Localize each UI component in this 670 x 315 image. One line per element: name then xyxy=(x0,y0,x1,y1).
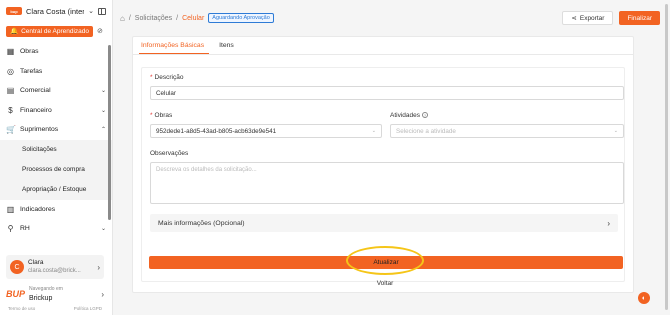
help-chat-button[interactable]: ◐ xyxy=(638,292,650,304)
sidebar-item-comercial[interactable]: ▤ Comercial ⌄ xyxy=(6,81,106,101)
share-icon: ⋖ xyxy=(571,15,577,22)
breadcrumb-solicitacoes[interactable]: Solicitações xyxy=(135,15,172,22)
finalize-button[interactable]: Finalizar xyxy=(619,11,660,25)
tab-itens[interactable]: Itens xyxy=(217,37,239,54)
chevron-right-icon: › xyxy=(97,262,100,272)
avatar: C xyxy=(10,260,24,274)
chevron-down-icon: ⌄ xyxy=(613,128,618,134)
company-selector[interactable]: bup Clara Costa (inter... ⌄ xyxy=(0,0,112,22)
chevron-down-icon: ⌄ xyxy=(100,88,106,95)
cart-icon: 🛒 xyxy=(6,125,16,135)
browsing-label: Navegando em xyxy=(29,286,63,292)
sidebar-item-suprimentos[interactable]: 🛒 Suprimentos ⌃ xyxy=(6,120,106,140)
sidebar: bup Clara Costa (inter... ⌄ 🔔 Central de… xyxy=(0,0,113,315)
sidebar-subitem-solicitacoes[interactable]: Solicitações xyxy=(0,140,112,160)
sidebar-item-financeiro[interactable]: $ Financeiro ⌄ xyxy=(6,101,106,121)
chevron-right-icon: › xyxy=(607,218,610,228)
back-button[interactable]: Voltar xyxy=(350,278,420,288)
obras-label: * Obras xyxy=(150,112,173,119)
sidebar-item-obras[interactable]: ▦ Obras xyxy=(6,42,106,62)
tab-informacoes-basicas[interactable]: Informações Básicas xyxy=(139,37,210,54)
page-header: ⌂ / Solicitações / Celular Aguardando Ap… xyxy=(120,8,660,28)
check-circle-icon: ◎ xyxy=(7,66,14,76)
sidebar-item-indicadores[interactable]: ▥ Indicadores xyxy=(6,200,106,220)
sidebar-item-label: Comercial xyxy=(20,87,51,95)
eye-off-icon[interactable]: ⊘ xyxy=(97,27,103,35)
bar-chart-icon: ▥ xyxy=(6,204,15,214)
activities-select[interactable]: Selecione a atividade ⌄ xyxy=(390,124,624,138)
sidebar-item-label: Financeiro xyxy=(20,106,52,114)
sidebar-scrollbar[interactable] xyxy=(108,45,111,220)
sidebar-subitem-apropriacao[interactable]: Apropriação / Estoque xyxy=(0,180,112,200)
chevron-right-icon: › xyxy=(101,289,104,299)
learning-center-label: Central de Aprendizado xyxy=(21,27,90,35)
description-label: * Descrição xyxy=(150,74,184,81)
brand-logo: BUP xyxy=(6,289,26,299)
sidebar-item-label: RH xyxy=(20,225,30,233)
help-icon[interactable]: ? xyxy=(422,112,428,118)
terms-link[interactable]: Termo de uso xyxy=(8,306,35,311)
sidebar-item-tarefas[interactable]: ◎ Tarefas xyxy=(6,62,106,82)
chevron-down-icon[interactable]: ⌄ xyxy=(88,7,94,15)
sidebar-item-label: Suprimentos xyxy=(20,126,59,134)
sidebar-subitem-processos[interactable]: Processos de compra xyxy=(0,160,112,180)
export-label: Exportar xyxy=(579,14,605,22)
more-info-label: Mais informações (Opcional) xyxy=(158,219,245,227)
tabs: Informações Básicas Itens xyxy=(133,37,633,55)
description-field[interactable]: Celular xyxy=(150,86,624,100)
chevron-down-icon: ⌄ xyxy=(371,128,376,134)
sidebar-item-label: Tarefas xyxy=(20,67,43,75)
home-icon[interactable]: ⌂ xyxy=(120,14,125,23)
bell-icon: 🔔 xyxy=(10,28,19,35)
privacy-link[interactable]: Política LGPD xyxy=(74,306,102,311)
chat-icon: ◐ xyxy=(641,294,647,302)
dollar-icon: $ xyxy=(8,105,13,115)
user-email: clara.costa@brick... xyxy=(28,268,81,274)
company-name[interactable]: Clara Costa (inter... xyxy=(26,7,84,16)
highlight-ring xyxy=(346,246,424,275)
building-icon: ▦ xyxy=(6,47,15,57)
more-info-collapse[interactable]: Mais informações (Opcional) › xyxy=(150,214,618,232)
notes-label: Observações xyxy=(150,150,189,157)
user-card[interactable]: C Clara clara.costa@brick... › xyxy=(6,255,104,279)
sidebar-item-label: Indicadores xyxy=(20,205,56,213)
person-icon: ⚲ xyxy=(7,224,14,234)
suprimentos-submenu: Solicitações Processos de compra Apropri… xyxy=(0,139,112,200)
breadcrumb: ⌂ / Solicitações / Celular Aguardando Ap… xyxy=(120,13,562,23)
status-badge: Aguardando Aprovação xyxy=(208,13,274,23)
learning-center-button[interactable]: 🔔 Central de Aprendizado xyxy=(6,25,94,37)
activities-label: Atividades? xyxy=(390,112,428,119)
brickup-logo: bup xyxy=(6,7,22,15)
workspace-switcher[interactable]: BUP Navegando em Brickup › xyxy=(6,285,104,303)
export-button[interactable]: ⋖ Exportar xyxy=(562,11,614,25)
sidebar-item-rh[interactable]: ⚲ RH ⌄ xyxy=(6,219,106,239)
chevron-down-icon: ⌄ xyxy=(100,226,106,233)
main-scrollbar[interactable] xyxy=(665,4,668,310)
store-icon: ▤ xyxy=(6,86,15,96)
sidebar-toggle-icon[interactable] xyxy=(98,7,106,15)
breadcrumb-current: Celular xyxy=(182,14,205,22)
notes-textarea[interactable]: Descreva os detalhes da solicitação... xyxy=(150,162,624,204)
chevron-up-icon: ⌃ xyxy=(100,127,106,134)
chevron-down-icon: ⌄ xyxy=(100,107,106,114)
sidebar-item-label: Obras xyxy=(20,48,39,56)
workspace-name: Brickup xyxy=(29,295,53,302)
obras-select[interactable]: 952dede1-a8d5-43ad-b805-acb63de9e541 ⌄ xyxy=(150,124,382,138)
user-name: Clara xyxy=(28,259,44,266)
